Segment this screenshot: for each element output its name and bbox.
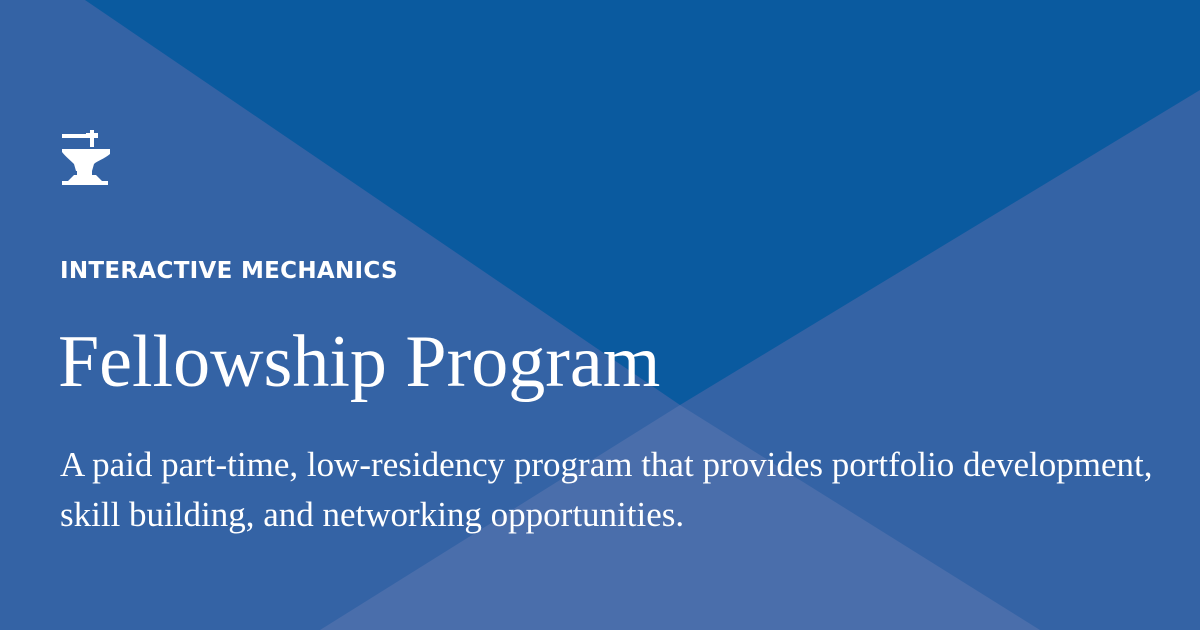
brand-name: INTERACTIVE MECHANICS: [60, 258, 398, 284]
program-description: A paid part-time, low-residency program …: [60, 445, 1153, 534]
social-share-card: INTERACTIVE MECHANICS Fellowship Program…: [0, 0, 1200, 630]
anvil-icon: [62, 130, 110, 185]
page-title: Fellowship Program: [58, 321, 661, 403]
